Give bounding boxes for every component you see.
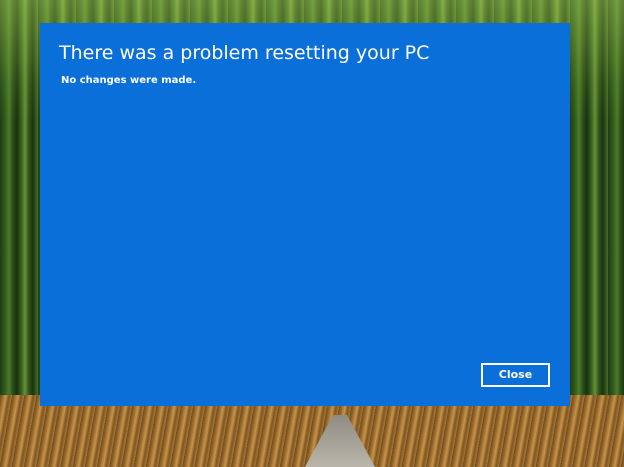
dialog-title: There was a problem resetting your PC — [59, 42, 430, 64]
dialog-message: No changes were made. — [61, 75, 197, 86]
reset-error-dialog: There was a problem resetting your PC No… — [40, 23, 570, 406]
close-button[interactable]: Close — [481, 363, 550, 387]
